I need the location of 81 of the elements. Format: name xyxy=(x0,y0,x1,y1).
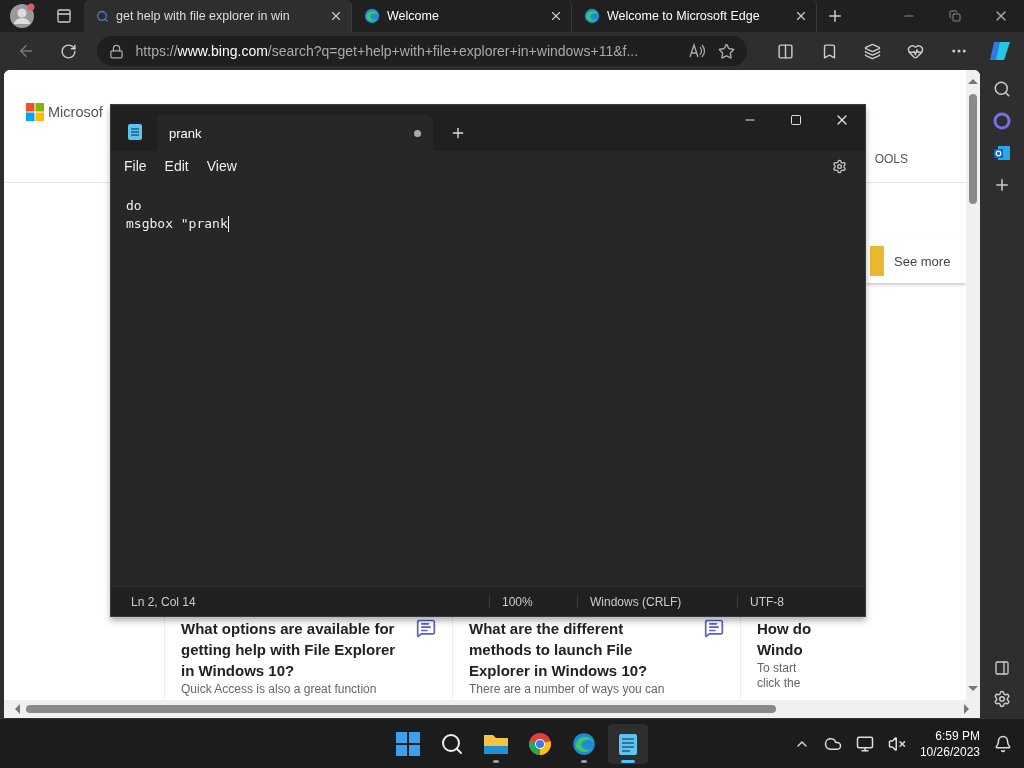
card-title: What are the different xyxy=(469,619,625,639)
new-tab-icon[interactable] xyxy=(826,7,844,25)
search-icon xyxy=(440,731,464,756)
text-line: do xyxy=(126,197,142,215)
collections-icon[interactable] xyxy=(863,42,881,60)
thumbnail-icon xyxy=(870,246,884,276)
new-tab-icon[interactable] xyxy=(450,125,466,141)
taskbar-app[interactable] xyxy=(608,723,648,764)
card-snippet: There are a number of ways you can xyxy=(469,682,666,697)
edge-icon xyxy=(584,8,600,24)
profile-avatar-icon[interactable] xyxy=(9,3,35,29)
text-cursor xyxy=(227,216,229,232)
performance-icon[interactable] xyxy=(907,42,925,60)
search-icon[interactable] xyxy=(993,80,1011,98)
chrome-icon xyxy=(528,731,552,756)
refresh-icon[interactable] xyxy=(60,42,78,60)
close-icon[interactable] xyxy=(549,9,563,23)
logo-text: Microsof xyxy=(48,104,103,120)
tab-title: get help with file explorer in win xyxy=(116,9,291,23)
address-bar[interactable]: https://www.bing.com/search?q=get+help+with+file+explorer+in+windows+11&f... xyxy=(96,36,747,66)
tab-title: Welcome to Microsoft Edge xyxy=(607,9,761,23)
card-title: Explorer in Windows 10? xyxy=(469,661,648,681)
outlook-icon[interactable] xyxy=(993,144,1011,162)
browser-tab[interactable]: get help with file explorer in win xyxy=(84,0,352,32)
copilot-icon[interactable] xyxy=(993,112,1011,130)
see-more-text: See more xyxy=(894,253,951,269)
chat-icon[interactable] xyxy=(704,618,724,638)
maximize-icon[interactable] xyxy=(790,114,802,126)
favorite-star-icon[interactable] xyxy=(717,42,735,60)
network-icon[interactable] xyxy=(855,734,874,753)
menu-item[interactable]: View xyxy=(197,158,246,174)
settings-icon[interactable] xyxy=(993,690,1011,708)
card-title: Windo xyxy=(757,640,804,660)
see-more-card[interactable]: See more xyxy=(866,239,966,283)
clock[interactable]: 6:59 PM 10/26/2023 xyxy=(919,727,980,760)
card-title: methods to launch File xyxy=(469,640,634,660)
chat-icon[interactable] xyxy=(416,618,436,638)
settings-icon[interactable] xyxy=(832,158,847,174)
menu-item[interactable]: File xyxy=(115,158,156,174)
time-text: 6:59 PM xyxy=(935,727,980,744)
text-editor[interactable]: do msgbox "prank xyxy=(111,181,865,586)
tab-actions-icon xyxy=(56,8,72,24)
document-tab[interactable]: prank xyxy=(157,115,433,151)
copilot-icon[interactable] xyxy=(988,40,1013,62)
encoding: UTF-8 xyxy=(737,594,847,609)
card-snippet: click the xyxy=(757,676,802,691)
close-icon[interactable] xyxy=(329,9,343,23)
card-title: getting help with File Explorer xyxy=(181,640,396,660)
card-snippet: Quick Access is also a great function xyxy=(181,682,378,697)
edge-icon xyxy=(572,731,596,756)
vertical-scrollbar[interactable] xyxy=(966,70,980,700)
tab-title: Welcome xyxy=(387,9,440,23)
date-text: 10/26/2023 xyxy=(919,743,980,760)
close-icon[interactable] xyxy=(794,9,808,23)
menu-item[interactable]: Edit xyxy=(155,158,198,174)
card-title: in Windows 10? xyxy=(181,661,296,681)
microsoft-logo-icon xyxy=(26,103,44,121)
add-icon[interactable] xyxy=(993,176,1011,194)
read-aloud-icon[interactable] xyxy=(687,43,706,59)
cursor-position: Ln 2, Col 14 xyxy=(130,594,197,609)
card-snippet: To start xyxy=(757,661,798,676)
card-title: How do xyxy=(757,619,812,639)
zoom-level: 100% xyxy=(489,594,577,609)
edge-icon xyxy=(364,8,380,24)
volume-muted-icon[interactable] xyxy=(887,734,906,753)
windows-start-icon xyxy=(396,731,420,756)
notepad-icon xyxy=(127,123,143,141)
url-text: https://www.bing.com/search?q=get+help+with+file+explorer+in+windows+11&f... xyxy=(135,43,640,59)
horizontal-scrollbar[interactable] xyxy=(4,700,980,718)
restore-icon[interactable] xyxy=(949,10,961,22)
tab-title: prank xyxy=(169,125,203,141)
search-icon xyxy=(96,9,109,23)
sidebar-toggle-icon[interactable] xyxy=(994,660,1010,676)
tools-label[interactable]: OOLS xyxy=(874,152,908,166)
notification-icon[interactable] xyxy=(994,734,1012,753)
split-screen-icon[interactable] xyxy=(777,42,795,60)
text-line: msgbox "prank xyxy=(126,215,228,233)
lock-icon xyxy=(108,43,124,59)
line-ending: Windows (CRLF) xyxy=(577,594,737,609)
card-title: What options are available for xyxy=(181,619,396,639)
notepad-icon xyxy=(618,731,638,756)
